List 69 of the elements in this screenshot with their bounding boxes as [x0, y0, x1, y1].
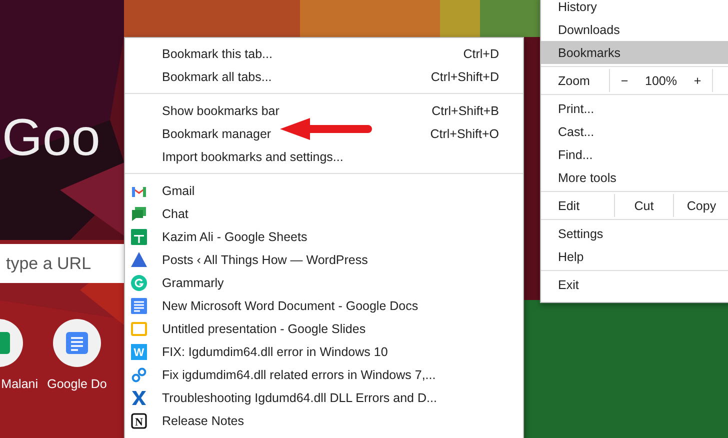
- bookmark-item[interactable]: Untitled presentation - Google Slides: [125, 317, 523, 340]
- menu-item[interactable]: Exit: [541, 273, 728, 296]
- logo-text: Goo: [2, 108, 100, 168]
- menu-item[interactable]: History: [541, 0, 728, 18]
- bookmark-title: Gmail: [162, 184, 195, 198]
- bookmark-item[interactable]: Posts ‹ All Things How — WordPress: [125, 248, 523, 271]
- bookmark-title: Troubleshooting Igdumd64.dll DLL Errors and D...: [162, 390, 437, 404]
- bookmark-title: Fix igdumdim64.dll related errors in Windows 7,...: [162, 368, 436, 382]
- letter-icon: W: [131, 344, 147, 360]
- chat-icon: [131, 206, 147, 222]
- menu-item[interactable]: Cast...: [541, 120, 728, 143]
- menu-item[interactable]: Bookmark manager Ctrl+Shift+O: [125, 122, 523, 145]
- bookmark-item[interactable]: N Release Notes: [125, 409, 523, 432]
- document-icon: [66, 332, 88, 354]
- spreadsheet-icon: [131, 228, 147, 244]
- bookmark-title: Release Notes: [162, 414, 244, 428]
- menu-item-label: Bookmark this tab...: [162, 46, 272, 60]
- zoom-level: 100%: [645, 74, 678, 88]
- menu-item[interactable]: Bookmark this tab... Ctrl+D: [125, 42, 523, 65]
- menu-item[interactable]: Find...: [541, 143, 728, 166]
- bookmark-title: Posts ‹ All Things How — WordPress: [162, 252, 368, 266]
- shortcut-label: Ctrl+Shift+O: [430, 126, 499, 140]
- edit-label: Edit: [557, 198, 581, 214]
- shortcut-label: Ctrl+Shift+D: [430, 70, 499, 84]
- link-icon: [131, 366, 147, 382]
- bookmark-item[interactable]: Gmail: [125, 179, 523, 202]
- menu-item-label: Import bookmarks and settings...: [162, 150, 344, 164]
- bookmark-title: Grammarly: [162, 276, 224, 290]
- menu-item-label: Show bookmarks bar: [162, 104, 280, 118]
- bookmark-item[interactable]: Chat: [125, 202, 523, 225]
- menu-item[interactable]: Import bookmarks and settings...: [125, 145, 523, 168]
- bookmark-title: Kazim Ali - Google Sheets: [162, 230, 308, 244]
- bookmark-item[interactable]: Kazim Ali - Google Sheets: [125, 225, 523, 248]
- copy-button[interactable]: Copy: [673, 194, 728, 217]
- bookmark-title: FIX: Igdumdim64.dll error in Windows 10: [162, 344, 388, 358]
- triangle-icon: [131, 252, 147, 267]
- cut-button[interactable]: Cut: [614, 194, 673, 217]
- shortcut-label: Malani: [1, 377, 38, 391]
- bookmark-item[interactable]: Troubleshooting Igdumd64.dll DLL Errors and D...: [125, 386, 523, 409]
- menu-item[interactable]: More tools: [541, 166, 728, 189]
- bookmark-title: New Microsoft Word Document - Google Docs: [162, 298, 418, 312]
- menu-item[interactable]: Downloads: [541, 18, 728, 41]
- menu-item[interactable]: Print...: [541, 97, 728, 120]
- boxed-letter-icon: N: [131, 412, 147, 428]
- mail-icon: [131, 184, 147, 196]
- bookmark-item[interactable]: Grammarly: [125, 271, 523, 294]
- bookmark-item[interactable]: Fix igdumdim64.dll related errors in Windows 7,...: [125, 363, 523, 386]
- menu-item[interactable]: Bookmark all tabs... Ctrl+Shift+D: [125, 65, 523, 88]
- menu-item[interactable]: Help: [541, 245, 728, 268]
- x-letter-icon: [131, 390, 147, 406]
- menu-item[interactable]: Show bookmarks bar Ctrl+Shift+B: [125, 99, 523, 122]
- menu-item-label: Bookmark all tabs...: [162, 70, 272, 84]
- bookmark-title: Untitled presentation - Google Slides: [162, 322, 366, 336]
- zoom-label: Zoom: [557, 72, 591, 90]
- shortcut-label: Google Do: [47, 377, 107, 391]
- zoom-out-button[interactable]: −: [616, 74, 632, 88]
- search-field[interactable]: type a URL: [0, 244, 124, 283]
- circle-logo-icon: [131, 274, 147, 290]
- slides-icon: [131, 322, 147, 336]
- menu-item-label: Bookmark manager: [162, 126, 272, 140]
- zoom-in-button[interactable]: +: [690, 74, 706, 88]
- shortcut-label: Ctrl+D: [463, 46, 499, 60]
- document-icon: [131, 298, 147, 314]
- bookmark-item[interactable]: W FIX: Igdumdim64.dll error in Windows 10: [125, 340, 523, 363]
- menu-item[interactable]: Settings: [541, 222, 728, 245]
- bookmark-item[interactable]: New Microsoft Word Document - Google Docs: [125, 294, 523, 317]
- bookmark-title: Chat: [162, 206, 188, 220]
- menu-item[interactable]: Bookmarks: [541, 41, 728, 64]
- shortcut-label: Ctrl+Shift+B: [432, 104, 499, 118]
